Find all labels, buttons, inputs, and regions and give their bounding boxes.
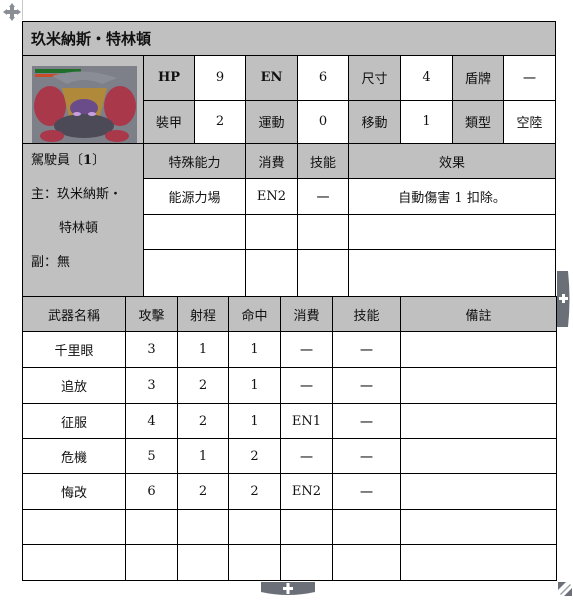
unit-portrait-cell xyxy=(22,55,144,144)
stat-label-mobility: 運動 xyxy=(245,99,298,145)
weapon-header-name: 武器名稱 xyxy=(22,296,126,332)
weapon-row: 危機 5 1 2 一一 xyxy=(22,438,557,474)
table-corner-guide xyxy=(22,0,23,20)
stat-value-move: 1 xyxy=(400,99,453,145)
weapon-row: 悔改 6 2 2 EN2 一 xyxy=(22,473,557,510)
stat-label-move: 移動 xyxy=(348,99,401,145)
pilot-crew-count: 1 xyxy=(83,153,93,168)
stat-value-size: 4 xyxy=(400,55,453,101)
stat-label-size: 尺寸 xyxy=(348,55,401,101)
weapon-row xyxy=(22,509,557,545)
stat-value-type: 空陸 xyxy=(502,99,557,145)
special-header-cost: 消費 xyxy=(245,143,298,179)
weapon-header-hit: 命中 xyxy=(228,296,281,332)
special-header-effect: 效果 xyxy=(347,143,557,179)
weapon-header-cost: 消費 xyxy=(280,296,333,332)
pilot-crew-line: 駕駛員〔1〕 xyxy=(31,153,106,168)
weapons-table: 武器名稱 攻擊 射程 命中 消費 技能 備註 千里眼 3 1 1 一一 追放 3 2 1 一一 … xyxy=(22,296,557,581)
add-column-button[interactable] xyxy=(557,271,571,327)
stat-label-armor: 裝甲 xyxy=(143,99,195,145)
unit-card-table: 玖米納斯・特林頓 HP 9 EN 6 尺寸 4 盾牌 一 裝甲 2 運動 0 移… xyxy=(21,21,557,314)
weapon-row xyxy=(22,544,557,581)
stat-value-mobility: 0 xyxy=(297,99,349,145)
stat-value-armor: 2 xyxy=(194,99,246,145)
weapon-header-skill: 技能 xyxy=(332,296,401,332)
move-table-icon[interactable] xyxy=(2,2,22,22)
stat-label-type: 類型 xyxy=(452,99,504,145)
weapon-row: 千里眼 3 1 1 一一 xyxy=(22,331,557,368)
weapon-row: 征服 4 2 1 EN1 一 xyxy=(22,403,557,439)
stat-label-shield: 盾牌 xyxy=(452,55,504,101)
stat-value-shield: 一 xyxy=(502,55,557,101)
unit-portrait-image xyxy=(32,66,137,143)
weapon-header-attack: 攻擊 xyxy=(125,296,178,332)
weapon-header-range: 射程 xyxy=(177,296,229,332)
special-header-ability: 特殊能力 xyxy=(143,143,246,179)
stat-label-en: EN xyxy=(245,55,298,101)
resize-handle-icon[interactable] xyxy=(558,582,572,596)
weapon-header-notes: 備註 xyxy=(400,296,557,332)
pilot-main-cont: 特林頓 xyxy=(59,221,99,236)
weapon-row: 追放 3 2 1 一一 xyxy=(22,367,557,404)
stat-value-en: 6 xyxy=(297,55,349,101)
pilot-sub: 副：無 xyxy=(31,255,71,270)
stat-value-hp: 9 xyxy=(194,55,246,101)
unit-title: 玖米納斯・特林頓 xyxy=(21,21,557,56)
pilot-main: 主：玖米納斯・ xyxy=(31,187,123,202)
stat-label-hp: HP xyxy=(143,55,195,101)
special-header-skill: 技能 xyxy=(297,143,349,179)
pilot-info-cell: 駕駛員〔1〕 主：玖米納斯・ 特林頓 副：無 xyxy=(22,143,144,314)
add-row-button[interactable] xyxy=(261,582,315,596)
